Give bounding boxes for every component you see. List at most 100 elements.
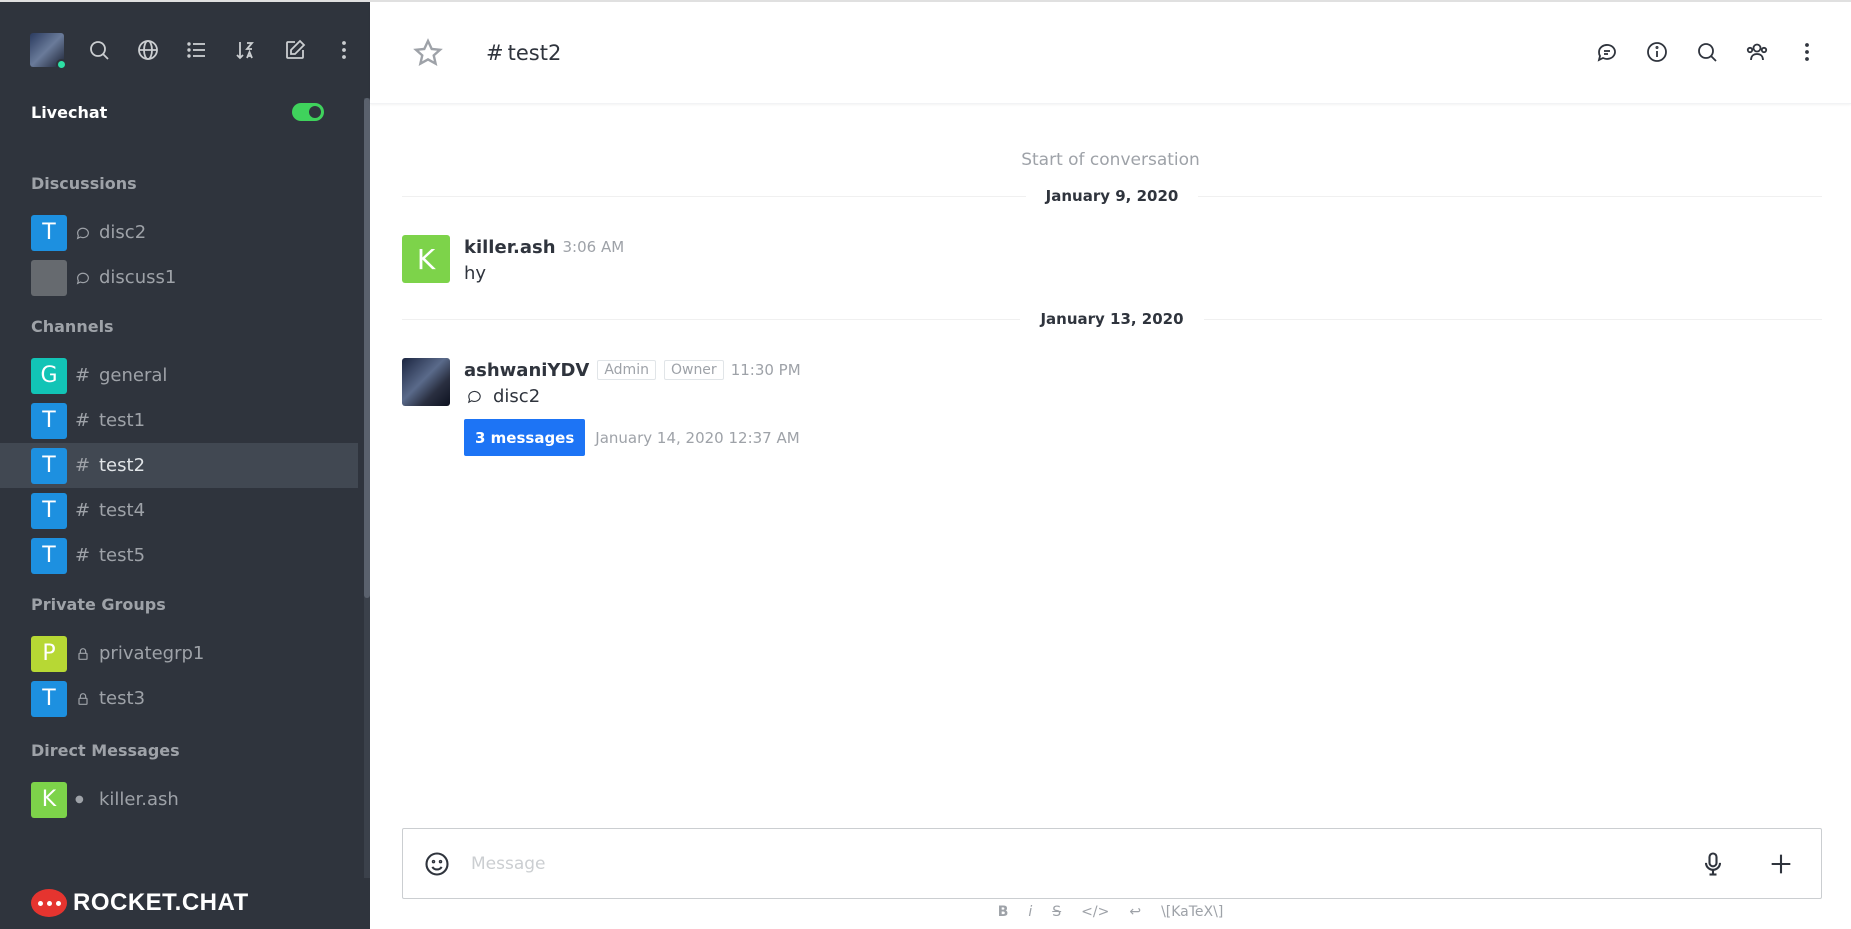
rocket-chat-logo-icon [31,889,67,917]
sidebar-item-test4[interactable]: T # test4 [0,488,358,533]
online-status-indicator [56,59,67,70]
hashtag-icon: # [486,40,504,65]
members-icon[interactable] [1743,38,1771,66]
room-avatar [31,259,67,296]
search-messages-icon[interactable] [1693,38,1721,66]
message-username[interactable]: killer.ash [464,237,556,258]
room-name: test3 [99,688,146,709]
discussion-icon [75,270,95,286]
favorite-star-icon[interactable] [412,37,444,69]
date-divider: January 13, 2020 [402,309,1822,329]
header-actions [1571,38,1821,66]
view-mode-list-icon[interactable] [182,35,212,65]
message-username[interactable]: ashwaniYDV [464,360,589,381]
bold-format-button[interactable]: B [998,904,1009,920]
room-name: test4 [99,500,146,521]
room-avatar: T [31,680,67,717]
room-avatar: T [31,447,67,484]
room-avatar: T [31,537,67,574]
room-avatar: G [31,357,67,394]
sidebar-item-test1[interactable]: T # test1 [0,398,358,443]
room-name: test2 [99,455,146,476]
rocket-chat-logo-text: ROCKET.CHAT [73,889,249,916]
message-item[interactable]: K killer.ash 3:06 AM hy [402,235,624,284]
room-avatar: T [31,492,67,529]
directory-globe-icon[interactable] [133,35,163,65]
room-title: # test2 [486,41,561,65]
room-info-icon[interactable] [1643,38,1671,66]
room-name: test1 [99,410,146,431]
room-avatar: P [31,635,67,672]
hashtag-icon: # [75,365,91,386]
strike-format-button[interactable]: S [1052,904,1061,920]
user-avatar[interactable] [30,33,67,70]
create-new-icon[interactable] [280,35,310,65]
room-name: general [99,365,168,386]
katex-format-button[interactable]: \[KaTeX\] [1161,904,1223,920]
hashtag-icon: # [75,455,91,476]
message-list[interactable]: Start of conversation January 9, 2020 K … [370,104,1851,824]
offline-status-icon: ● [75,794,84,805]
date-label: January 9, 2020 [1045,187,1179,205]
sidebar-room-list[interactable]: Livechat Discussions T disc2 discuss1 Ch… [0,98,370,878]
sidebar-item-test3[interactable]: T test3 [0,676,358,721]
room-title-name: test2 [507,40,562,65]
sidebar-item-discuss1[interactable]: discuss1 [0,255,358,300]
lock-icon [75,646,95,662]
kebab-menu-icon[interactable] [1793,38,1821,66]
code-format-button[interactable]: </> [1081,904,1109,920]
sidebar-toolbar [0,0,370,98]
date-divider: January 9, 2020 [402,186,1822,206]
role-badge-owner: Owner [663,360,724,380]
section-discussions: Discussions [31,174,137,193]
lock-icon [75,691,95,707]
room-name: discuss1 [99,267,177,288]
livechat-label: Livechat [31,102,108,122]
message-time: 3:06 AM [562,238,625,256]
message-composer[interactable]: Message [402,828,1822,899]
start-of-conversation: Start of conversation [1021,150,1200,170]
date-label: January 13, 2020 [1040,310,1184,328]
sidebar: Livechat Discussions T disc2 discuss1 Ch… [0,0,370,929]
kebab-menu-icon[interactable] [329,35,359,65]
livechat-row: Livechat [0,100,370,124]
discussion-name: disc2 [493,386,541,407]
section-channels: Channels [31,317,114,336]
sort-icon[interactable] [231,35,261,65]
discussion-last-date: January 14, 2020 12:37 AM [595,428,800,447]
italic-format-button[interactable]: i [1028,904,1032,920]
message-avatar[interactable]: K [402,235,450,283]
room-avatar: K [31,781,67,818]
livechat-toggle[interactable] [292,103,324,121]
sidebar-item-general[interactable]: G # general [0,353,358,398]
role-badge-admin: Admin [597,360,656,380]
discussion-link[interactable]: disc2 [464,386,801,407]
discussions-icon[interactable] [1593,38,1621,66]
section-private-groups: Private Groups [31,595,166,614]
discussion-messages-button[interactable]: 3 messages [464,419,586,456]
sidebar-item-privategrp1[interactable]: P privategrp1 [0,631,358,676]
formatting-toolbar: B i S </> ↩ \[KaTeX\] [370,904,1851,920]
message-input[interactable]: Message [471,854,1699,874]
message-avatar[interactable] [402,358,450,406]
room-avatar: T [31,214,67,251]
sidebar-item-test5[interactable]: T # test5 [0,533,358,578]
sidebar-item-test2[interactable]: T # test2 [0,443,358,488]
room-name: privategrp1 [99,643,205,664]
search-icon[interactable] [84,35,114,65]
sidebar-footer: ROCKET.CHAT [0,877,364,929]
add-attachment-icon[interactable] [1767,850,1795,878]
microphone-icon[interactable] [1699,850,1727,878]
hashtag-icon: # [75,500,91,521]
multiline-format-button[interactable]: ↩ [1129,904,1141,920]
room-header: # test2 [370,2,1851,104]
room-name: disc2 [99,222,147,243]
hashtag-icon: # [75,545,91,566]
room-name: killer.ash [99,789,179,810]
room-name: test5 [99,545,146,566]
emoji-icon[interactable] [423,850,451,878]
message-time: 11:30 PM [730,361,801,379]
sidebar-item-disc2[interactable]: T disc2 [0,210,358,255]
sidebar-item-killer-ash[interactable]: K ● killer.ash [0,777,358,822]
message-item[interactable]: ashwaniYDV Admin Owner 11:30 PM disc2 3 … [402,358,801,456]
